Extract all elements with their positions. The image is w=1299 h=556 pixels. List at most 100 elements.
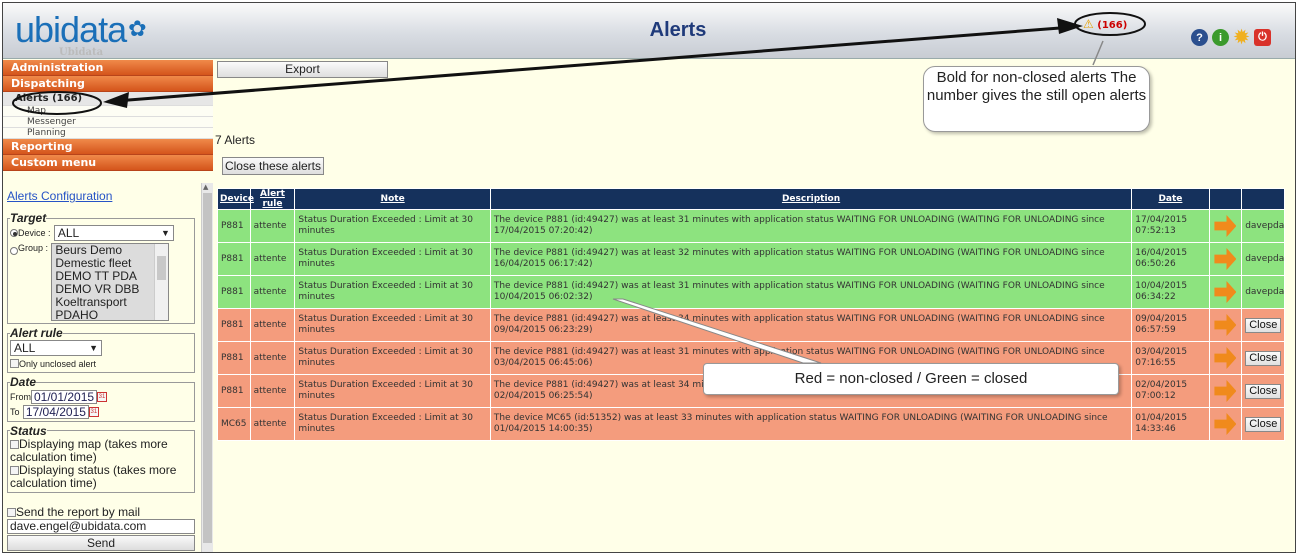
col-header-description[interactable]: Description: [489, 188, 1133, 210]
scroll-up-icon[interactable]: ▲: [203, 183, 208, 191]
device-label: Device :: [18, 228, 51, 239]
cell-device: P881: [217, 308, 251, 342]
status-legend: Status: [10, 423, 47, 438]
panel-scrollbar[interactable]: ▲: [201, 183, 213, 552]
help-icon[interactable]: ?: [1191, 29, 1208, 46]
calendar-icon[interactable]: 31: [88, 406, 99, 417]
alert-rule-select[interactable]: ALL ▼: [10, 340, 102, 356]
cell-alert-rule: attente: [249, 209, 296, 243]
menu-item-planning[interactable]: Planning: [3, 128, 213, 139]
menu-item-alerts[interactable]: Alerts (166): [3, 92, 213, 106]
col-header-note[interactable]: Note: [294, 188, 491, 210]
send-button[interactable]: Send: [7, 534, 195, 551]
table-row[interactable]: P881 attente Status Duration Exceeded : Li…: [217, 275, 1285, 309]
device-radio[interactable]: [10, 229, 18, 237]
col-header-device[interactable]: Device: [217, 188, 254, 210]
cell-action: [1208, 209, 1243, 243]
cell-closed-by: davepda: [1241, 242, 1285, 276]
cell-action: [1208, 308, 1243, 342]
arrow-right-icon[interactable]: [1214, 281, 1237, 303]
cell-action: [1208, 407, 1243, 441]
listbox-scrollbar[interactable]: [154, 244, 169, 320]
target-fieldset: Target Device : ALL ▼ Group : Beurs Demo …: [7, 211, 195, 324]
export-button[interactable]: Export: [217, 61, 388, 78]
arrow-right-icon[interactable]: [1214, 314, 1237, 336]
arrow-right-icon[interactable]: [1214, 347, 1237, 369]
cell-device: P881: [217, 275, 251, 309]
alerts-table: Device Alert rule Note Description Date …: [217, 188, 1285, 441]
alert-indicator[interactable]: ⚠ (166): [1083, 17, 1127, 31]
alert-count: 7 Alerts: [215, 133, 256, 147]
alert-rule-legend: Alert rule: [10, 326, 63, 340]
send-report-checkbox[interactable]: [7, 507, 16, 517]
table-row[interactable]: P881 attente Status Duration Exceeded : Li…: [217, 242, 1285, 276]
menu-dispatching[interactable]: Dispatching: [3, 76, 213, 92]
cell-action: [1208, 374, 1243, 408]
info-icon[interactable]: i: [1212, 29, 1229, 46]
display-status-label: Displaying status (takes more calculatio…: [10, 462, 177, 490]
device-select[interactable]: ALL ▼: [53, 225, 174, 241]
close-alert-button[interactable]: Close: [1245, 383, 1282, 399]
date-fieldset: Date From 01/01/2015 31 To 17/04/2015 31: [7, 375, 195, 422]
close-alert-button[interactable]: Close: [1245, 416, 1282, 432]
arrow-right-icon[interactable]: [1214, 215, 1237, 237]
email-field[interactable]: dave.engel@ubidata.com: [7, 518, 195, 534]
to-date-input[interactable]: 17/04/2015: [22, 404, 89, 419]
cell-note: Status Duration Exceeded : Limit at 30 m…: [294, 275, 491, 309]
logo[interactable]: ubidata✿: [15, 9, 147, 51]
table-header-row: Device Alert rule Note Description Date: [217, 188, 1285, 210]
col-header-alert-rule[interactable]: Alert rule: [249, 188, 296, 210]
only-unclosed-checkbox[interactable]: [10, 359, 19, 369]
cell-description: The device P881 (id:49427) was at least …: [489, 242, 1133, 276]
annotation-callout-bold: Bold for non-closed alerts The number gi…: [923, 66, 1150, 132]
cell-note: Status Duration Exceeded : Limit at 30 m…: [294, 341, 491, 375]
chevron-down-icon: ▼: [89, 343, 98, 353]
cell-device: P881: [217, 374, 251, 408]
group-listbox[interactable]: Beurs Demo Demestic fleet DEMO TT PDA DE…: [51, 243, 170, 321]
menu-administration[interactable]: Administration: [3, 60, 213, 76]
table-body: P881 attente Status Duration Exceeded : Li…: [217, 209, 1285, 441]
alerts-configuration-link[interactable]: Alerts Configuration: [7, 189, 112, 203]
close-alert-button[interactable]: Close: [1245, 317, 1282, 333]
only-unclosed-label: Only unclosed alert: [19, 359, 97, 369]
cell-action: [1208, 242, 1243, 276]
col-header-action: [1208, 188, 1243, 210]
col-header-date[interactable]: Date: [1131, 188, 1210, 210]
settings-gear-icon[interactable]: ✹: [1233, 27, 1250, 47]
from-date-input[interactable]: 01/01/2015: [31, 389, 97, 404]
cell-action: [1208, 275, 1243, 309]
menu-item-map[interactable]: Map: [3, 106, 213, 117]
cell-alert-rule: attente: [249, 275, 296, 309]
arrow-right-icon[interactable]: [1214, 248, 1237, 270]
menu-item-messenger[interactable]: Messenger: [3, 117, 213, 128]
cell-note: Status Duration Exceeded : Limit at 30 m…: [294, 407, 491, 441]
cell-closed-by: Close: [1241, 374, 1285, 408]
close-alert-button[interactable]: Close: [1245, 350, 1282, 366]
cell-date: 01/04/2015 14:33:46: [1131, 407, 1210, 441]
arrow-right-icon[interactable]: [1214, 380, 1237, 402]
table-row[interactable]: P881 attente Status Duration Exceeded : Li…: [217, 308, 1285, 342]
chevron-down-icon: ▼: [160, 228, 170, 238]
cell-closed-by: Close: [1241, 308, 1285, 342]
cell-note: Status Duration Exceeded : Limit at 30 m…: [294, 242, 491, 276]
cell-date: 09/04/2015 06:57:59: [1131, 308, 1210, 342]
col-header-close: [1241, 188, 1285, 210]
group-radio[interactable]: [10, 246, 18, 255]
close-alerts-button[interactable]: Close these alerts: [222, 157, 324, 175]
alert-badge-count: (166): [1097, 20, 1128, 31]
cell-description: The device P881 (id:49427) was at least …: [489, 308, 1133, 342]
cell-device: P881: [217, 209, 251, 243]
menu-reporting[interactable]: Reporting: [3, 139, 213, 155]
cell-date: 10/04/2015 06:34:22: [1131, 275, 1210, 309]
calendar-icon[interactable]: 31: [97, 391, 107, 402]
table-row[interactable]: P881 attente Status Duration Exceeded : Li…: [217, 209, 1285, 243]
power-logout-icon[interactable]: ⏻: [1254, 29, 1271, 46]
list-item[interactable]: PDAHO: [52, 309, 168, 321]
menu-custom[interactable]: Custom menu: [3, 155, 213, 171]
display-status-checkbox[interactable]: [10, 465, 19, 475]
arrow-right-icon[interactable]: [1214, 413, 1237, 435]
display-map-checkbox[interactable]: [10, 439, 19, 449]
cell-alert-rule: attente: [249, 374, 296, 408]
cell-alert-rule: attente: [249, 341, 296, 375]
table-row[interactable]: MC65 attente Status Duration Exceeded : Li…: [217, 407, 1285, 441]
